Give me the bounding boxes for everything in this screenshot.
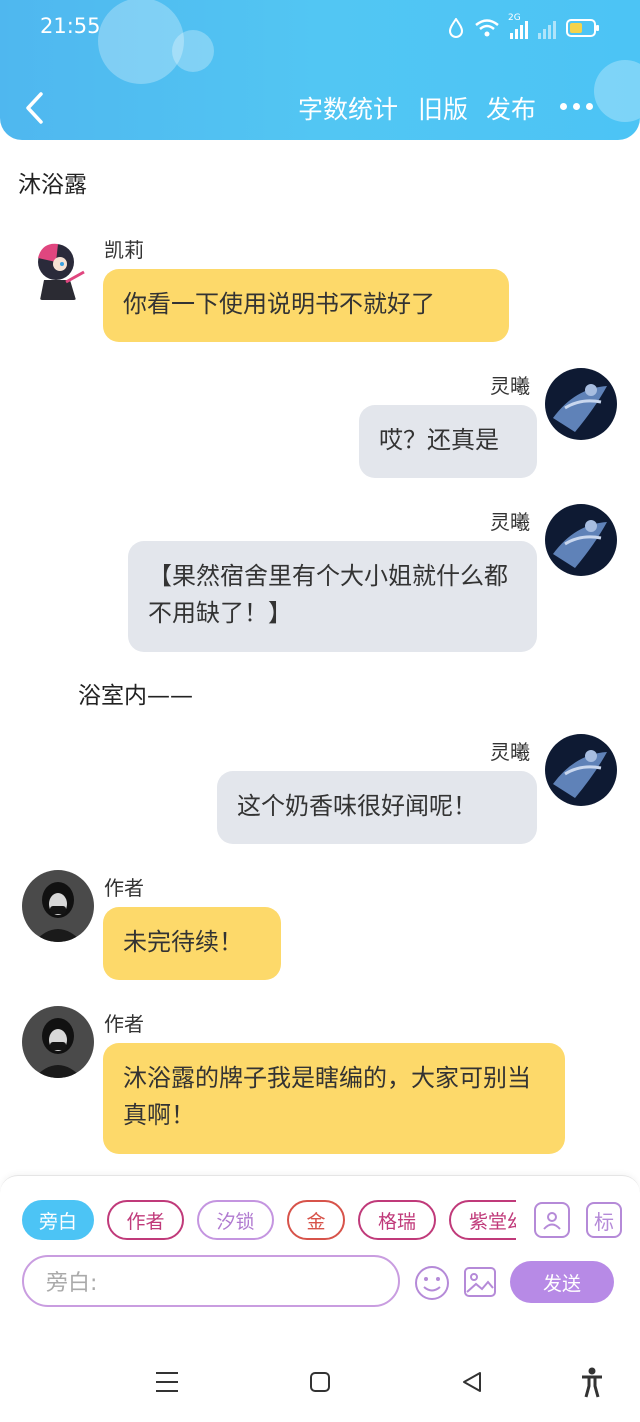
battery-icon <box>566 19 599 37</box>
signal-icon: 2G <box>508 13 528 39</box>
top-header: 21:55 2G 字数统计 旧版 发布 <box>0 0 640 140</box>
system-nav-bar <box>0 1343 640 1422</box>
home-icon[interactable] <box>309 1371 331 1393</box>
speaker-name: 灵曦 <box>490 374 530 398</box>
avatar-author[interactable] <box>22 870 94 942</box>
role-chip-overflow: 紫堂幻 <box>20 1195 516 1247</box>
message-bubble[interactable]: 未完待续！ <box>103 907 281 980</box>
header-decoration-right <box>594 60 640 122</box>
status-time: 21:55 <box>40 14 101 38</box>
word-count-button[interactable]: 字数统计 <box>298 90 398 126</box>
header-decoration-small <box>172 30 214 72</box>
avatar-lingxi[interactable] <box>545 734 617 806</box>
input-placeholder: 旁白: <box>46 1271 98 1296</box>
speaker-name: 灵曦 <box>490 740 530 764</box>
wifi-icon <box>475 19 499 37</box>
message-bubble[interactable]: 【果然宿舍里有个大小姐就什么都不用缺了！】 <box>128 541 537 652</box>
status-icons: 2G <box>448 13 600 42</box>
image-icon[interactable] <box>462 1264 498 1300</box>
publish-button[interactable]: 发布 <box>486 90 536 126</box>
more-dots-icon[interactable] <box>560 96 600 116</box>
speaker-name: 作者 <box>104 1012 144 1036</box>
scene-title: 沐浴露 <box>18 172 87 198</box>
message-bubble[interactable]: 你看一下使用说明书不就好了 <box>103 269 509 342</box>
person-icon[interactable] <box>534 1202 570 1238</box>
avatar-kaili[interactable] <box>22 232 94 304</box>
avatar-lingxi[interactable] <box>545 368 617 440</box>
message-bubble[interactable]: 这个奶香味很好闻呢！ <box>217 771 537 844</box>
network-label: 2G <box>508 13 521 23</box>
narration-text: 浴室内—— <box>78 683 193 709</box>
tag-button[interactable]: 标 <box>586 1202 622 1238</box>
accessibility-icon[interactable] <box>580 1367 604 1399</box>
speaker-name: 作者 <box>104 876 144 900</box>
back-button[interactable] <box>22 90 48 126</box>
role-chip-zitanghuan[interactable]: 紫堂幻 <box>449 1200 516 1240</box>
header-decoration <box>98 0 184 84</box>
old-version-button[interactable]: 旧版 <box>418 90 468 126</box>
speaker-name: 凯莉 <box>104 238 144 262</box>
message-bubble[interactable]: 哎？还真是 <box>359 405 537 478</box>
message-input[interactable]: 旁白: <box>22 1255 400 1307</box>
signal-icon-secondary <box>538 17 556 39</box>
message-bubble[interactable]: 沐浴露的牌子我是瞎编的，大家可别当真啊！ <box>103 1043 565 1154</box>
avatar-author[interactable] <box>22 1006 94 1078</box>
smile-icon[interactable] <box>413 1264 451 1302</box>
back-nav-icon[interactable] <box>461 1371 483 1393</box>
avatar-lingxi[interactable] <box>545 504 617 576</box>
droplet-icon <box>448 18 464 38</box>
menu-icon[interactable] <box>155 1371 179 1393</box>
speaker-name: 灵曦 <box>490 510 530 534</box>
send-button[interactable]: 发送 <box>510 1261 614 1303</box>
